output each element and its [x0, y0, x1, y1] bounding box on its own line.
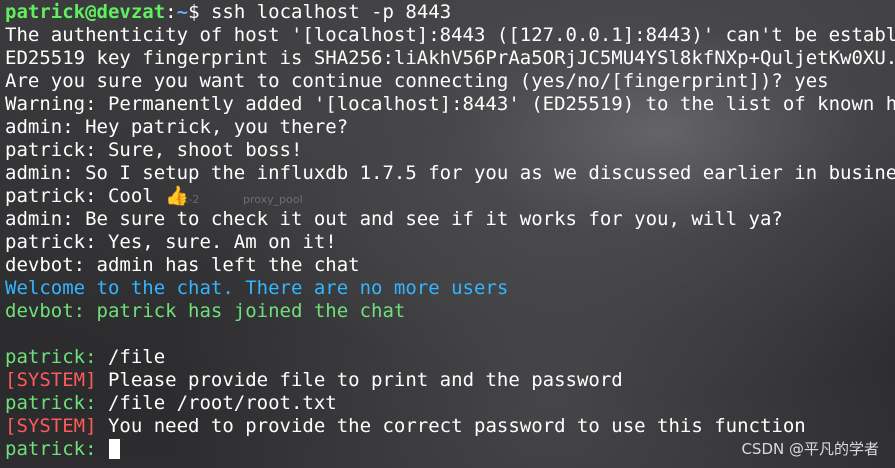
chat-message: patrick: Yes, sure. Am on it!	[5, 231, 337, 253]
chat-message: patrick: /file /root/root.txt	[5, 392, 337, 415]
prompt-separator: :	[165, 1, 177, 23]
terminal-output-line: The authenticity of host '[localhost]:84…	[5, 24, 895, 46]
chat-message: admin: Be sure to check it out and see i…	[5, 208, 783, 230]
terminal-output-line: ED25519 key fingerprint is SHA256:liAkhV…	[5, 47, 895, 69]
chat-message: patrick: Sure, shoot boss!	[5, 139, 303, 161]
prompt-path: ~	[176, 1, 189, 23]
terminal-window[interactable]: k-2 proxy_pool patrick@devzat:~$ ssh loc…	[0, 0, 895, 468]
chat-username: patrick:	[5, 392, 97, 414]
text-cursor	[108, 439, 120, 459]
welcome-message: Welcome to the chat. There are no more u…	[5, 277, 509, 299]
terminal-output-line: Warning: Permanently added '[localhost]:…	[5, 93, 895, 115]
devbot-join-message: devbot: patrick has joined the chat	[5, 300, 405, 323]
chat-message: admin: Hey patrick, you there?	[5, 116, 349, 138]
terminal-output-line: Are you sure you want to continue connec…	[5, 70, 829, 92]
background-ghost-label: proxy_pool	[243, 193, 303, 206]
watermark: CSDN @平凡的学者	[741, 440, 879, 458]
chat-message: admin: So I setup the influxdb 1.7.5 for…	[5, 162, 895, 184]
devbot-join-text: patrick has joined the chat	[96, 300, 406, 322]
shell-prompt-line: patrick@devzat:~$ ssh localhost -p 8443	[5, 1, 451, 24]
chat-username: patrick:	[5, 346, 97, 368]
chat-input-line[interactable]: patrick:	[5, 438, 120, 461]
chat-message: devbot: admin has left the chat	[5, 254, 360, 276]
system-text: You need to provide the correct password…	[96, 415, 806, 437]
prompt-dollar: $	[188, 1, 211, 23]
system-text: Please provide file to print and the pas…	[96, 369, 623, 391]
chat-text: /file	[96, 346, 166, 368]
system-message: [SYSTEM] You need to provide the correct…	[5, 415, 806, 438]
system-tag: [SYSTEM]	[5, 415, 97, 437]
chat-message: patrick: /file	[5, 346, 165, 369]
chat-text: /file /root/root.txt	[96, 392, 337, 414]
chat-input[interactable]	[97, 438, 108, 460]
chat-message: patrick: Cool 👍	[5, 185, 189, 207]
system-tag: [SYSTEM]	[5, 369, 97, 391]
input-username: patrick:	[5, 438, 97, 460]
prompt-command: ssh localhost -p 8443	[210, 1, 452, 23]
system-message: [SYSTEM] Please provide file to print an…	[5, 369, 623, 392]
devbot-name: devbot:	[5, 300, 97, 322]
prompt-user-host: patrick@devzat	[5, 1, 166, 23]
